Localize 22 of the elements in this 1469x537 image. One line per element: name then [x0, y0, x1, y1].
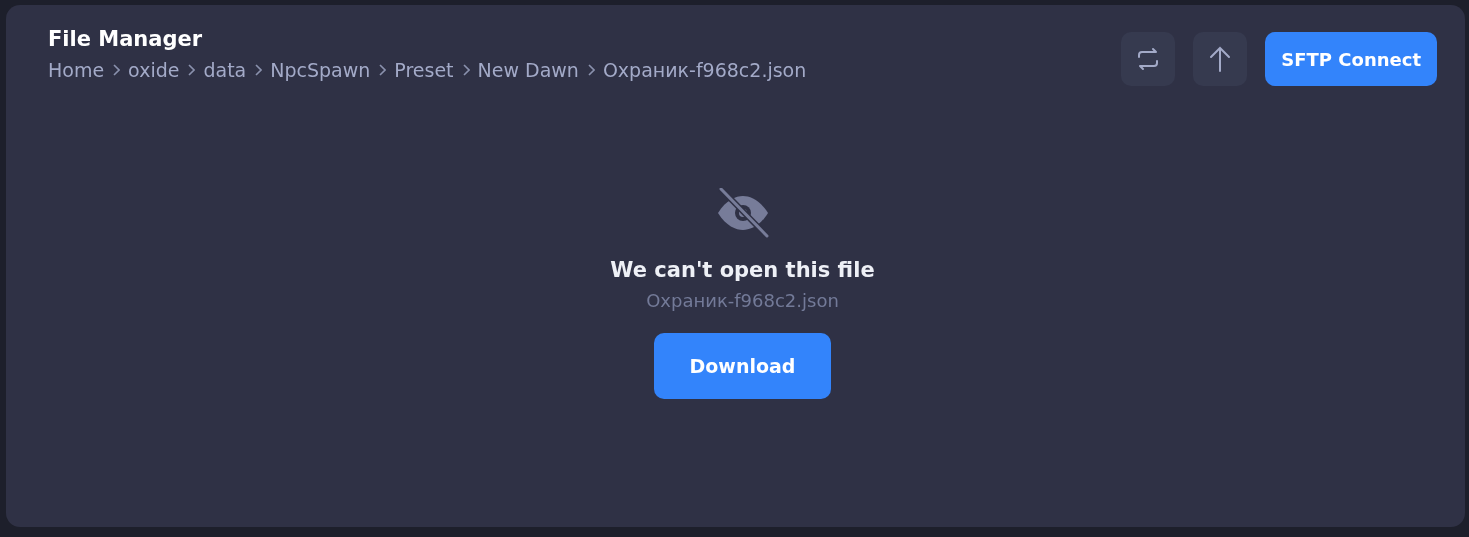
chevron-right-icon — [187, 64, 196, 76]
file-name: Охраник-f968c2.json — [646, 290, 839, 311]
breadcrumb-link[interactable]: data — [203, 59, 247, 81]
breadcrumb-link[interactable]: New Dawn — [477, 59, 579, 81]
breadcrumb-link[interactable]: oxide — [128, 59, 180, 81]
refresh-button[interactable] — [1121, 32, 1176, 86]
eye-off-icon — [715, 188, 770, 238]
error-heading: We can't open this file — [610, 258, 875, 282]
arrow-up-icon — [1209, 46, 1232, 72]
chevron-right-icon — [586, 64, 595, 76]
breadcrumb-link[interactable]: Охраник-f968c2.json — [602, 59, 807, 81]
upload-button[interactable] — [1193, 32, 1248, 86]
breadcrumb-link[interactable]: Home — [48, 59, 105, 81]
chevron-right-icon — [112, 64, 121, 76]
sftp-connect-button[interactable]: SFTP Connect — [1265, 32, 1437, 86]
breadcrumb-link[interactable]: Preset — [394, 59, 454, 81]
page-title: File Manager — [48, 27, 204, 51]
chevron-right-icon — [254, 64, 263, 76]
chevron-right-icon — [378, 64, 387, 76]
chevron-right-icon — [461, 64, 470, 76]
breadcrumb-link[interactable]: NpcSpawn — [270, 59, 371, 81]
download-button[interactable]: Download — [653, 333, 832, 399]
